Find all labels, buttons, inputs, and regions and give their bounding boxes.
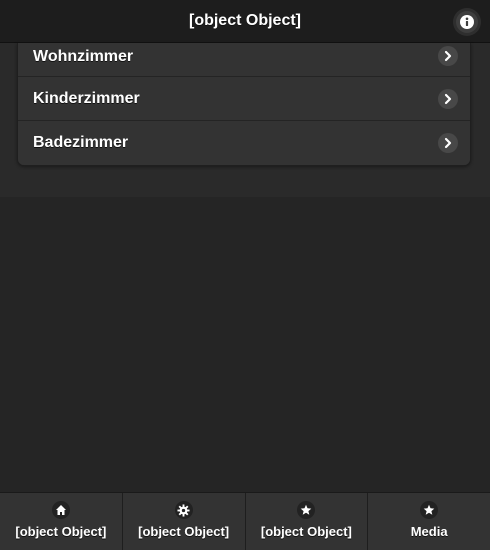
footer-navbar: [object Object] [object Object] [object … [0,492,490,550]
nav-tab-settings[interactable]: [object Object] [122,493,246,550]
star-icon [297,501,316,519]
gear-icon [174,501,193,519]
nav-tab-label: [object Object] [260,524,352,539]
room-list: Wohnzimmer Kinderzimmer Badezimmer [17,43,471,166]
app-page: [object Object] Wohnzimmer Kinderzimmer [0,0,490,550]
list-item-wohnzimmer[interactable]: Wohnzimmer [18,43,470,77]
list-item-badezimmer[interactable]: Badezimmer [18,121,470,165]
chevron-right-icon [438,89,458,109]
nav-tab-label: [object Object] [15,524,107,539]
nav-tab-media[interactable]: Media [368,493,490,550]
nav-tab-label: Media [410,524,448,539]
nav-tab-label: [object Object] [138,524,230,539]
list-item-label: Badezimmer [33,134,129,151]
list-item-label: Wohnzimmer [33,48,134,65]
home-icon [51,501,70,519]
chevron-right-icon [438,133,458,153]
star-icon [420,501,439,519]
header-bar: [object Object] [0,0,490,43]
page-title: [object Object] [188,12,301,29]
chevron-right-icon [438,46,458,66]
nav-tab-home[interactable]: [object Object] [0,493,123,550]
info-button[interactable] [456,11,478,33]
nav-tab-favorites[interactable]: [object Object] [245,493,369,550]
list-item-label: Kinderzimmer [33,90,140,107]
content-area: Wohnzimmer Kinderzimmer Badezimmer [0,43,490,197]
info-icon [460,15,474,29]
list-item-kinderzimmer[interactable]: Kinderzimmer [18,77,470,121]
